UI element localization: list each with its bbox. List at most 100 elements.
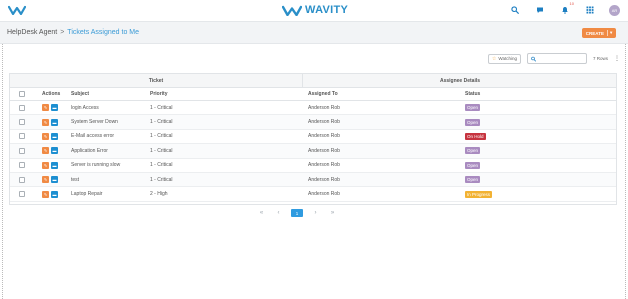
cell-status: On Hold	[465, 130, 486, 143]
row-checkbox[interactable]	[19, 162, 25, 169]
search-input[interactable]	[535, 55, 586, 62]
rows-count: 7 Rows	[592, 56, 608, 61]
cell-assigned-to: Anderson Rob	[308, 147, 340, 154]
top-bar: WAVITY 10 AR	[0, 0, 628, 22]
cell-status: Open	[465, 115, 481, 128]
edit-icon[interactable]: ✎	[42, 147, 49, 155]
wavity-logo-icon[interactable]	[7, 5, 27, 17]
status-badge: Open	[465, 176, 481, 184]
row-checkbox[interactable]	[19, 133, 25, 140]
more-options-icon[interactable]: ⋮	[614, 55, 620, 62]
row-actions: ✎ ▬	[42, 187, 58, 200]
prev-page-button[interactable]: ‹	[274, 210, 283, 216]
page-title: Tickets Assigned to Me	[67, 29, 140, 36]
table-row[interactable]: ✎ ▬ test 1 - Critical Anderson Rob Open	[10, 172, 616, 188]
cell-status: Open	[465, 159, 481, 172]
cell-subject[interactable]: login Access	[71, 101, 99, 114]
watching-label: Watching	[498, 56, 517, 61]
row-select-cell	[19, 159, 25, 172]
edit-icon[interactable]: ✎	[42, 104, 49, 112]
edit-icon[interactable]: ✎	[42, 118, 49, 126]
table-row[interactable]: ✎ ▬ E-Mail access error 1 - Critical Anderso…	[10, 130, 616, 145]
edit-icon[interactable]: ✎	[42, 190, 49, 198]
cell-subject[interactable]: System Server Down	[71, 115, 118, 128]
row-actions: ✎ ▬	[42, 144, 58, 157]
edit-icon[interactable]: ✎	[42, 132, 49, 140]
last-page-button[interactable]: »	[328, 210, 337, 216]
column-header-subject[interactable]: Subject	[71, 88, 89, 100]
create-button[interactable]: CREATE ▾	[582, 28, 616, 38]
bell-icon[interactable]: 10	[559, 1, 574, 16]
column-header-status[interactable]: Status	[465, 88, 480, 100]
avatar[interactable]: AR	[609, 4, 620, 16]
status-badge: In Progress	[465, 190, 493, 198]
brand[interactable]: WAVITY	[282, 4, 348, 16]
column-header-assigned-to[interactable]: Assigned To	[308, 88, 338, 100]
table-row[interactable]: ✎ ▬ Application Error 1 - Critical Anderson …	[10, 144, 616, 159]
column-header-row: Actions Subject Priority Assigned To Sta…	[10, 88, 616, 101]
row-actions: ✎ ▬	[42, 159, 58, 172]
breadcrumb: HelpDesk Agent > Tickets Assigned to Me	[7, 29, 139, 36]
cell-status: Open	[465, 101, 481, 114]
pagination: « ‹ 1 › »	[257, 209, 337, 217]
view-icon[interactable]: ▬	[51, 161, 58, 169]
row-select-cell	[19, 101, 25, 114]
row-actions: ✎ ▬	[42, 173, 58, 186]
row-select-cell	[19, 144, 25, 157]
view-icon[interactable]: ▬	[51, 190, 58, 198]
cell-assigned-to: Anderson Rob	[308, 162, 340, 169]
watching-button[interactable]: ☆ Watching	[487, 53, 521, 64]
chat-icon[interactable]	[534, 4, 546, 16]
cell-subject[interactable]: E-Mail access error	[71, 130, 114, 143]
table-row[interactable]: ✎ ▬ Laptop Repair 2 - High Anderson Rob In Pr…	[10, 187, 616, 202]
chevron-down-icon[interactable]: ▾	[606, 30, 612, 36]
status-badge: On Hold	[465, 132, 486, 140]
frame-right-edge	[625, 0, 626, 299]
next-page-button[interactable]: ›	[311, 210, 320, 216]
edit-icon[interactable]: ✎	[42, 176, 49, 184]
cell-subject[interactable]: Laptop Repair	[71, 187, 102, 200]
status-badge: Open	[465, 147, 481, 155]
grid-icon[interactable]	[584, 4, 596, 16]
breadcrumb-root[interactable]: HelpDesk Agent	[7, 29, 57, 36]
cell-subject[interactable]: Application Error	[71, 144, 108, 157]
view-icon[interactable]: ▬	[51, 104, 58, 112]
table-row[interactable]: ✎ ▬ System Server Down 1 - Critical Anderson…	[10, 115, 616, 130]
row-checkbox[interactable]	[19, 104, 25, 111]
table-row[interactable]: ✎ ▬ login Access 1 - Critical Anderson Rob Op…	[10, 101, 616, 116]
select-all-cell	[19, 88, 25, 100]
status-badge: Open	[465, 118, 481, 126]
column-header-priority[interactable]: Priority	[150, 88, 168, 100]
cell-priority: 2 - High	[150, 191, 168, 198]
current-page[interactable]: 1	[291, 209, 303, 217]
view-icon[interactable]: ▬	[51, 176, 58, 184]
create-button-label: CREATE	[585, 30, 604, 36]
cell-priority: 1 - Critical	[150, 119, 173, 126]
cell-priority: 1 - Critical	[150, 104, 173, 111]
row-checkbox[interactable]	[19, 147, 25, 154]
cell-subject[interactable]: Server is running slow	[71, 159, 120, 172]
edit-icon[interactable]: ✎	[42, 161, 49, 169]
row-select-cell	[19, 115, 25, 128]
tickets-table: Ticket Assignee Details Actions Subject …	[9, 73, 617, 205]
row-actions: ✎ ▬	[42, 101, 58, 114]
sub-header: HelpDesk Agent > Tickets Assigned to Me …	[0, 22, 628, 44]
view-icon[interactable]: ▬	[51, 147, 58, 155]
table-row[interactable]: ✎ ▬ Server is running slow 1 - Critical Ande…	[10, 159, 616, 173]
cell-subject[interactable]: test	[71, 173, 79, 186]
cell-assigned-to: Anderson Rob	[308, 176, 340, 183]
cell-status: In Progress	[465, 187, 493, 200]
search-icon[interactable]	[509, 4, 521, 16]
first-page-button[interactable]: «	[257, 210, 266, 216]
row-checkbox[interactable]	[19, 176, 25, 183]
view-icon[interactable]: ▬	[51, 132, 58, 140]
row-select-cell	[19, 187, 25, 200]
cell-assigned-to: Anderson Rob	[308, 133, 340, 140]
view-icon[interactable]: ▬	[51, 118, 58, 126]
notification-count: 10	[569, 1, 574, 6]
search-field[interactable]	[526, 53, 587, 64]
row-checkbox[interactable]	[19, 191, 25, 198]
group-header-ticket: Ticket	[148, 78, 164, 84]
row-checkbox[interactable]	[19, 119, 25, 126]
select-all-checkbox[interactable]	[19, 91, 25, 97]
